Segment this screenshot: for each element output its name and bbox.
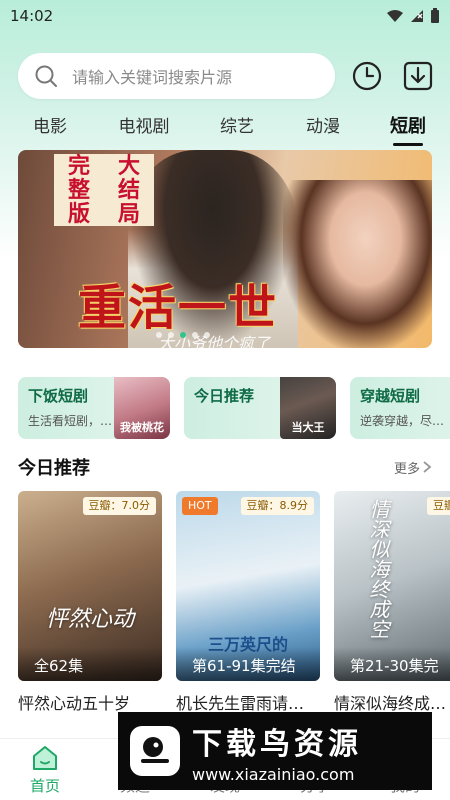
search-input[interactable]: 请输入关键词搜索片源: [18, 53, 335, 99]
carousel-dot[interactable]: [168, 332, 174, 338]
poster-art-title: 情深似海终成空: [366, 499, 390, 639]
signal-icon: [411, 10, 423, 22]
category-card-meal-drama[interactable]: 下饭短剧 生活看短剧，… 我被桃花: [18, 377, 170, 439]
battery-icon: [431, 8, 439, 23]
tab-short-drama[interactable]: 短剧: [387, 112, 429, 146]
chevron-right-icon: [423, 461, 432, 473]
today-list: 豆瓣：7.0分 怦然心动 全62集 怦然心动五十岁 HOT 豆瓣：8.9分 三万…: [18, 491, 450, 716]
watermark: 下载鸟资源 www.xiazainiao.com: [118, 712, 432, 790]
watermark-title: 下载鸟资源: [192, 726, 362, 762]
tab-variety[interactable]: 综艺: [217, 112, 257, 137]
tab-active-indicator: [393, 143, 423, 146]
search-placeholder: 请输入关键词搜索片源: [72, 68, 233, 87]
category-title: 穿越短剧: [360, 387, 421, 405]
drama-card[interactable]: 豆瓣：7.0分 怦然心动 全62集 怦然心动五十岁: [18, 491, 162, 716]
home-icon: [33, 746, 57, 770]
watermark-logo-icon: [130, 726, 180, 776]
history-button[interactable]: [347, 56, 387, 96]
status-bar: 14:02: [0, 0, 450, 32]
drama-poster: HOT 豆瓣：8.9分 三万英尺的 第61-91集完结: [176, 491, 320, 681]
category-thumbnail: 当大王: [280, 377, 336, 439]
tab-tv[interactable]: 电视剧: [114, 112, 174, 137]
rating-badge: 豆瓣：7.0分: [82, 497, 156, 515]
banner-seal: 完 大 整 结 版 局: [50, 150, 158, 230]
tab-movie[interactable]: 电影: [30, 112, 70, 137]
banner-title: 重活一世: [78, 280, 279, 336]
category-card-time-travel[interactable]: 穿越短剧 逆袭穿越，尽…: [350, 377, 450, 439]
episode-info: 第61-91集完结: [176, 647, 320, 681]
bird-icon: [141, 737, 169, 763]
carousel-dot-active[interactable]: [180, 332, 186, 338]
search-icon: [35, 65, 57, 87]
category-cards: 下饭短剧 生活看短剧，… 我被桃花 今日推荐 当大王 穿越短剧 逆袭穿越，尽…: [18, 377, 450, 439]
status-time: 14:02: [10, 7, 54, 25]
more-link[interactable]: 更多: [394, 458, 432, 477]
carousel-dot[interactable]: [204, 332, 210, 338]
drama-poster: 豆瓣： 情深似海终成空 第21-30集完: [334, 491, 450, 681]
drama-title: 情深似海终成…: [334, 694, 447, 713]
drama-card[interactable]: HOT 豆瓣：8.9分 三万英尺的 第61-91集完结 机长先生雷雨请…: [176, 491, 320, 716]
download-icon: [404, 61, 433, 91]
category-thumbnail: 我被桃花: [114, 377, 170, 439]
hot-badge: HOT: [182, 497, 218, 515]
drama-poster: 豆瓣：7.0分 怦然心动 全62集: [18, 491, 162, 681]
drama-card[interactable]: 豆瓣： 情深似海终成空 第21-30集完 情深似海终成…: [334, 491, 450, 716]
status-icons: [386, 8, 440, 24]
banner-actress: [283, 180, 432, 348]
category-tabs: 电影 电视剧 综艺 动漫 短剧: [0, 108, 450, 146]
hero-banner[interactable]: 完 大 整 结 版 局 重活一世 大小爷他个疯了: [18, 150, 432, 348]
carousel-dot[interactable]: [156, 332, 162, 338]
nav-home[interactable]: 首页: [0, 739, 90, 800]
drama-title: 怦然心动五十岁: [18, 694, 131, 713]
search-row: 请输入关键词搜索片源: [18, 52, 438, 100]
episode-info: 全62集: [18, 647, 162, 681]
category-card-today[interactable]: 今日推荐 当大王: [184, 377, 336, 439]
tab-anime[interactable]: 动漫: [303, 112, 343, 137]
watermark-url: www.xiazainiao.com: [192, 764, 355, 784]
clock-icon: [352, 61, 381, 91]
download-button[interactable]: [398, 56, 438, 96]
carousel-dots: [156, 332, 210, 338]
wifi-icon: [387, 10, 403, 22]
rating-badge: 豆瓣：: [427, 497, 450, 515]
carousel-dot[interactable]: [192, 332, 198, 338]
rating-badge: 豆瓣：8.9分: [240, 497, 314, 515]
episode-info: 第21-30集完: [334, 647, 450, 681]
section-title: 今日推荐: [18, 458, 90, 479]
section-header-today: 今日推荐 更多: [18, 452, 432, 482]
poster-art-title: 怦然心动: [45, 607, 135, 632]
category-desc: 逆袭穿越，尽…: [360, 414, 445, 428]
drama-title: 机长先生雷雨请…: [176, 694, 305, 713]
watermark-text: 下载鸟资源 www.xiazainiao.com: [192, 719, 362, 784]
